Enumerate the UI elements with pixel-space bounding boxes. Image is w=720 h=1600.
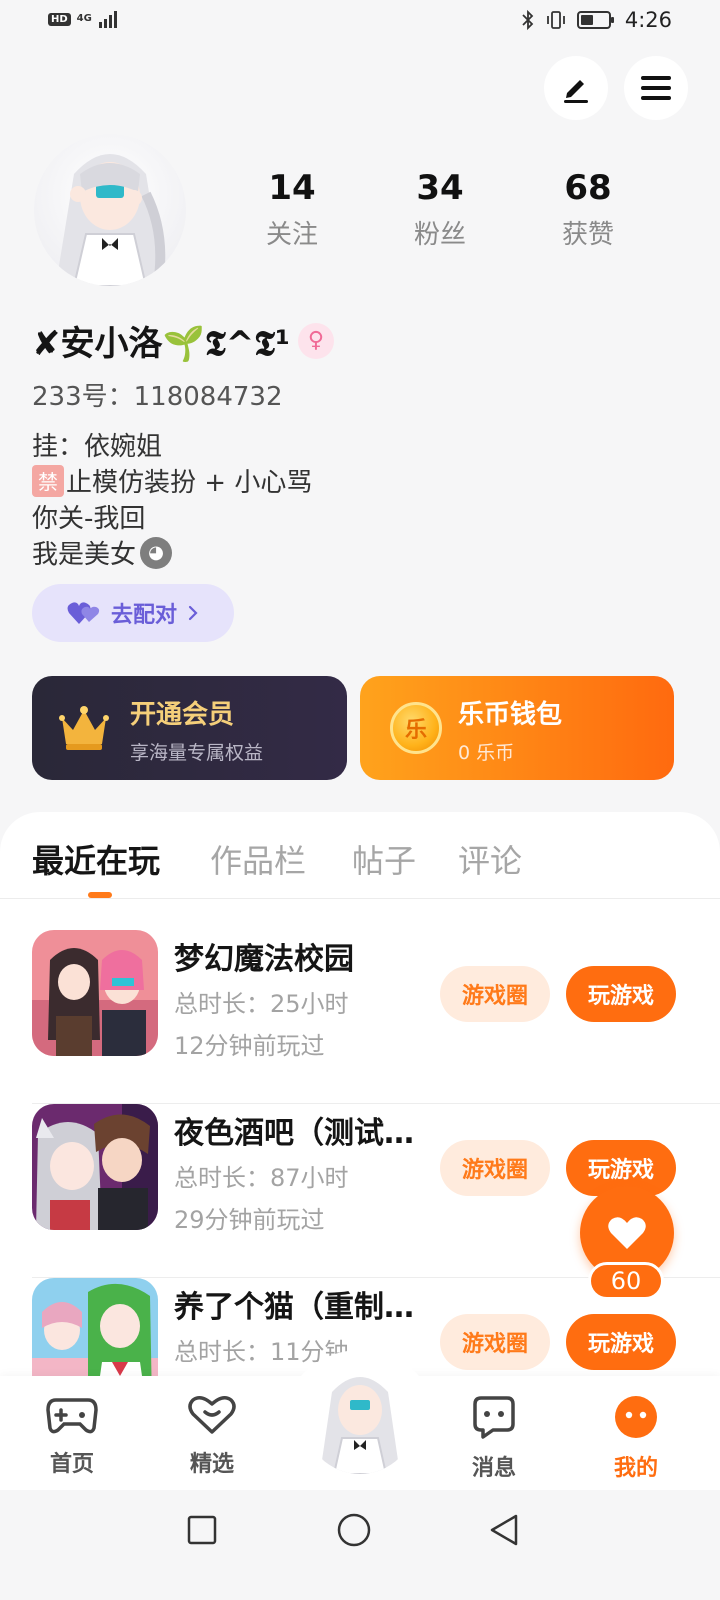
- nav-messages[interactable]: 消息: [444, 1394, 544, 1482]
- chat-bubble-icon: [473, 1396, 515, 1439]
- game-last-played: 12分钟前玩过: [174, 1032, 325, 1060]
- game-title: 夜色酒吧（测试…: [174, 1116, 414, 1151]
- pen-icon: [564, 80, 588, 103]
- game-circle-button[interactable]: 游戏圈: [440, 1314, 550, 1370]
- username: ✘安小洛🌱𝕿^𝕿¹: [32, 324, 290, 364]
- stat-following[interactable]: 14 关注: [237, 168, 347, 251]
- status-bar: HD 4G 4:26: [0, 0, 720, 46]
- crown-icon: [59, 706, 109, 750]
- profile-face-icon: [615, 1396, 657, 1438]
- nav-featured[interactable]: 精选: [162, 1394, 262, 1478]
- menu-button[interactable]: [624, 56, 688, 120]
- game-row[interactable]: 梦幻魔法校园 总时长：25小时 12分钟前玩过 游戏圈 玩游戏: [0, 930, 720, 1104]
- bio-line: 我是美女 ◕: [32, 534, 173, 571]
- game-cover-image: [32, 1104, 158, 1230]
- game-total-time: 总时长：25小时: [174, 990, 349, 1018]
- user-id: 233号：118084732: [32, 382, 283, 412]
- game-title: 梦幻魔法校园: [174, 942, 354, 977]
- match-button[interactable]: 去配对: [32, 584, 234, 642]
- bio-line: 挂：依婉姐: [32, 432, 163, 462]
- stat-likes[interactable]: 68 获赞: [533, 168, 643, 251]
- nav-label: 精选: [189, 1452, 234, 1477]
- vip-title: 开通会员: [130, 700, 235, 730]
- stat-label: 粉丝: [413, 220, 466, 250]
- nav-label: 我的: [613, 1456, 658, 1481]
- status-right: 4:26: [521, 8, 672, 32]
- divider: [0, 898, 720, 899]
- menu-icon: [641, 76, 671, 100]
- game-last-played: 29分钟前玩过: [174, 1206, 325, 1234]
- signal-icon: [98, 11, 117, 28]
- heart-outline-icon: [188, 1396, 236, 1434]
- game-cover-image: [32, 930, 158, 1056]
- vip-card[interactable]: 开通会员 享海量专属权益: [32, 676, 347, 780]
- nav-me[interactable]: 我的: [586, 1394, 686, 1482]
- wallet-title: 乐币钱包: [458, 700, 563, 730]
- play-game-button[interactable]: 玩游戏: [566, 1314, 676, 1370]
- heart-icon: [608, 1217, 646, 1249]
- female-gender-icon: ♀: [297, 322, 334, 359]
- like-count: 60: [588, 1262, 664, 1300]
- clock: 4:26: [624, 8, 672, 32]
- nav-label: 消息: [471, 1456, 516, 1481]
- home-button[interactable]: [334, 1510, 374, 1550]
- bio-line-text: 我是美女: [32, 540, 137, 570]
- avatar-illustration: [304, 1362, 416, 1474]
- wallet-card[interactable]: 乐 乐币钱包 0 乐币: [360, 676, 674, 780]
- coin-icon: 乐: [390, 702, 442, 754]
- circle-icon: [337, 1513, 371, 1547]
- tab-posts[interactable]: 帖子: [352, 836, 416, 882]
- stat-label: 获赞: [561, 220, 614, 250]
- game-circle-button[interactable]: 游戏圈: [440, 966, 550, 1022]
- battery-icon: [576, 11, 614, 29]
- game-title: 养了个猫（重制…: [174, 1290, 414, 1325]
- network-label: 4G: [76, 13, 92, 24]
- nav-label: 首页: [49, 1452, 94, 1477]
- ban-icon: 禁: [32, 464, 64, 497]
- smirk-emoji-icon: ◕: [140, 536, 173, 569]
- center-avatar-button[interactable]: [304, 1362, 416, 1474]
- tab-recent[interactable]: 最近在玩: [32, 836, 160, 882]
- avatar[interactable]: [34, 134, 186, 286]
- username-row: ✘安小洛🌱𝕿^𝕿¹ ♀: [32, 316, 334, 365]
- game-circle-button[interactable]: 游戏圈: [440, 1140, 550, 1196]
- bluetooth-icon: [522, 9, 534, 31]
- stat-value: 68: [564, 168, 612, 208]
- nav-home[interactable]: 首页: [22, 1394, 122, 1478]
- status-left: HD 4G: [48, 10, 120, 28]
- game-thumbnail[interactable]: [32, 1104, 158, 1230]
- stat-value: 34: [416, 168, 464, 208]
- game-thumbnail[interactable]: [32, 930, 158, 1056]
- tab-works[interactable]: 作品栏: [210, 836, 306, 882]
- match-label: 去配对: [110, 603, 177, 628]
- vibrate-icon: [546, 11, 565, 29]
- bio-line: 你关-我回: [32, 504, 146, 534]
- stat-fans[interactable]: 34 粉丝: [385, 168, 495, 251]
- double-heart-icon: [67, 602, 100, 624]
- edit-profile-button[interactable]: [544, 56, 608, 120]
- gamepad-icon: [46, 1398, 98, 1434]
- square-icon: [187, 1515, 217, 1545]
- wallet-balance: 0 乐币: [458, 742, 515, 764]
- recent-apps-button[interactable]: [182, 1510, 222, 1550]
- hd-icon: HD: [48, 12, 71, 26]
- bio-line: 禁 止模仿装扮 + 小心骂: [32, 462, 312, 499]
- bio-line-text: 止模仿装扮 + 小心骂: [66, 468, 313, 498]
- stat-value: 14: [268, 168, 316, 208]
- stat-label: 关注: [265, 220, 318, 250]
- chevron-right-icon: [188, 605, 198, 621]
- triangle-back-icon: [490, 1514, 518, 1546]
- tab-comments[interactable]: 评论: [458, 836, 522, 882]
- back-button[interactable]: [484, 1510, 524, 1550]
- game-total-time: 总时长：87小时: [174, 1164, 349, 1192]
- avatar-illustration: [56, 154, 166, 286]
- vip-subtitle: 享海量专属权益: [130, 742, 264, 764]
- play-game-button[interactable]: 玩游戏: [566, 966, 676, 1022]
